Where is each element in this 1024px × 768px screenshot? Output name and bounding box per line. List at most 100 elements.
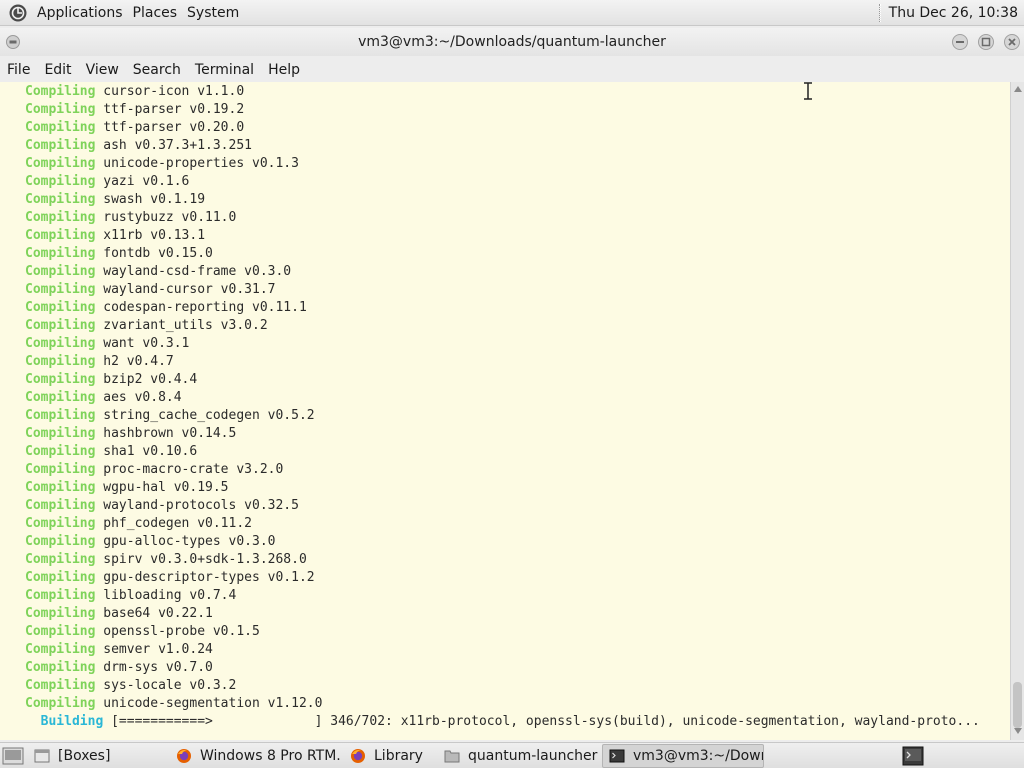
crate-name: wayland-cursor v0.31.7 [95, 282, 276, 297]
taskbar-item-library[interactable]: Library [344, 744, 434, 768]
taskbar-item-vm3-vm3-downl[interactable]: vm3@vm3:~/Downl... [602, 743, 764, 768]
menu-view[interactable]: View [79, 62, 126, 78]
compile-line: Compiling codespan-reporting v0.11.1 [25, 299, 980, 317]
window-title: vm3@vm3:~/Downloads/quantum-launcher [358, 34, 666, 50]
compile-line: Compiling unicode-properties v0.1.3 [25, 155, 980, 173]
crate-name: libloading v0.7.4 [95, 588, 237, 603]
scroll-up-arrow-icon[interactable] [1014, 86, 1022, 92]
build-progress-line: Building [===========> ] 346/702: x11rb-… [25, 713, 980, 731]
crate-name: want v0.3.1 [95, 336, 190, 351]
compile-line: Compiling wayland-csd-frame v0.3.0 [25, 263, 980, 281]
crate-name: gpu-alloc-types v0.3.0 [95, 534, 276, 549]
crate-name: unicode-properties v0.1.3 [95, 156, 299, 171]
compile-line: Compiling rustybuzz v0.11.0 [25, 209, 980, 227]
compile-line: Compiling fontdb v0.15.0 [25, 245, 980, 263]
close-icon[interactable] [1004, 34, 1020, 50]
taskbar-item-windows-8-pro-rtm[interactable]: Windows 8 Pro RTM... [170, 744, 340, 768]
show-desktop-icon[interactable] [2, 746, 24, 766]
menu-help[interactable]: Help [261, 62, 307, 78]
crate-name: ash v0.37.3+1.3.251 [95, 138, 252, 153]
scroll-down-arrow-icon[interactable] [1014, 728, 1022, 734]
compiling-keyword: Compiling [25, 462, 96, 477]
window-menu-icon[interactable] [6, 35, 20, 49]
taskbar-item-label: quantum-launcher [468, 747, 598, 764]
compile-line: Compiling zvariant_utils v3.0.2 [25, 317, 980, 335]
crate-name: ttf-parser v0.20.0 [95, 120, 245, 135]
compiling-keyword: Compiling [25, 102, 96, 117]
compile-line: Compiling spirv v0.3.0+sdk-1.3.268.0 [25, 551, 980, 569]
crate-name: x11rb v0.13.1 [95, 228, 206, 243]
compile-line: Compiling wayland-cursor v0.31.7 [25, 281, 980, 299]
compiling-keyword: Compiling [25, 624, 96, 639]
menu-file[interactable]: File [0, 62, 37, 78]
compile-line: Compiling ttf-parser v0.20.0 [25, 119, 980, 137]
compiling-keyword: Compiling [25, 534, 96, 549]
menu-search[interactable]: Search [126, 62, 188, 78]
compile-line: Compiling ttf-parser v0.19.2 [25, 101, 980, 119]
menu-edit[interactable]: Edit [37, 62, 78, 78]
system-menu[interactable]: System [182, 5, 244, 21]
crate-name: semver v1.0.24 [95, 642, 213, 657]
scrollbar-thumb[interactable] [1013, 682, 1022, 728]
crate-name: codespan-reporting v0.11.1 [95, 300, 307, 315]
compiling-keyword: Compiling [25, 318, 96, 333]
crate-name: wgpu-hal v0.19.5 [95, 480, 229, 495]
compile-line: Compiling openssl-probe v0.1.5 [25, 623, 980, 641]
compiling-keyword: Compiling [25, 408, 96, 423]
crate-name: zvariant_utils v3.0.2 [95, 318, 268, 333]
taskbar-item-quantum-launcher[interactable]: quantum-launcher [438, 744, 598, 768]
compile-line: Compiling x11rb v0.13.1 [25, 227, 980, 245]
compiling-keyword: Compiling [25, 480, 96, 495]
distro-logo-icon[interactable] [8, 3, 28, 23]
places-menu[interactable]: Places [128, 5, 183, 21]
clock[interactable]: Thu Dec 26, 10:38 [889, 5, 1024, 21]
compile-line: Compiling semver v1.0.24 [25, 641, 980, 659]
compile-line: Compiling sys-locale v0.3.2 [25, 677, 980, 695]
menu-terminal[interactable]: Terminal [188, 62, 261, 78]
crate-name: unicode-segmentation v1.12.0 [95, 696, 323, 711]
compile-line: Compiling proc-macro-crate v3.2.0 [25, 461, 980, 479]
compiling-keyword: Compiling [25, 174, 96, 189]
compiling-keyword: Compiling [25, 642, 96, 657]
compiling-keyword: Compiling [25, 696, 96, 711]
crate-name: drm-sys v0.7.0 [95, 660, 213, 675]
terminal-output[interactable]: Compiling cursor-icon v1.1.0 Compiling tt… [0, 82, 1010, 740]
window-titlebar[interactable]: vm3@vm3:~/Downloads/quantum-launcher [0, 28, 1024, 56]
compile-line: Compiling h2 v0.4.7 [25, 353, 980, 371]
taskbar-item-boxes[interactable]: [Boxes] [28, 744, 166, 768]
crate-name: aes v0.8.4 [95, 390, 182, 405]
compile-line: Compiling wayland-protocols v0.32.5 [25, 497, 980, 515]
compiling-keyword: Compiling [25, 372, 96, 387]
compiling-keyword: Compiling [25, 390, 96, 405]
crate-name: hashbrown v0.14.5 [95, 426, 237, 441]
crate-name: wayland-protocols v0.32.5 [95, 498, 299, 513]
crate-name: wayland-csd-frame v0.3.0 [95, 264, 292, 279]
compile-line: Compiling want v0.3.1 [25, 335, 980, 353]
compiling-keyword: Compiling [25, 552, 96, 567]
compiling-keyword: Compiling [25, 156, 96, 171]
compile-line: Compiling ash v0.37.3+1.3.251 [25, 137, 980, 155]
taskbar-item-label: Library [374, 747, 423, 764]
window-controls [952, 34, 1020, 50]
terminal-launcher-icon[interactable] [902, 746, 924, 766]
folder-icon [444, 748, 460, 764]
maximize-icon[interactable] [978, 34, 994, 50]
crate-name: sha1 v0.10.6 [95, 444, 198, 459]
text-cursor-icon [804, 82, 812, 100]
compiling-keyword: Compiling [25, 228, 96, 243]
compile-line: Compiling phf_codegen v0.11.2 [25, 515, 980, 533]
terminal-scrollbar[interactable] [1010, 82, 1024, 740]
compile-line: Compiling swash v0.1.19 [25, 191, 980, 209]
applications-menu[interactable]: Applications [32, 5, 128, 21]
window-icon [34, 748, 50, 764]
taskbar-item-label: Windows 8 Pro RTM... [200, 747, 340, 764]
compile-line: Compiling unicode-segmentation v1.12.0 [25, 695, 980, 713]
compile-line: Compiling gpu-alloc-types v0.3.0 [25, 533, 980, 551]
compiling-keyword: Compiling [25, 570, 96, 585]
minimize-icon[interactable] [952, 34, 968, 50]
compiling-keyword: Compiling [25, 516, 96, 531]
compile-line: Compiling libloading v0.7.4 [25, 587, 980, 605]
taskbar-item-label: [Boxes] [58, 747, 111, 764]
compiling-keyword: Compiling [25, 336, 96, 351]
compile-line: Compiling yazi v0.1.6 [25, 173, 980, 191]
